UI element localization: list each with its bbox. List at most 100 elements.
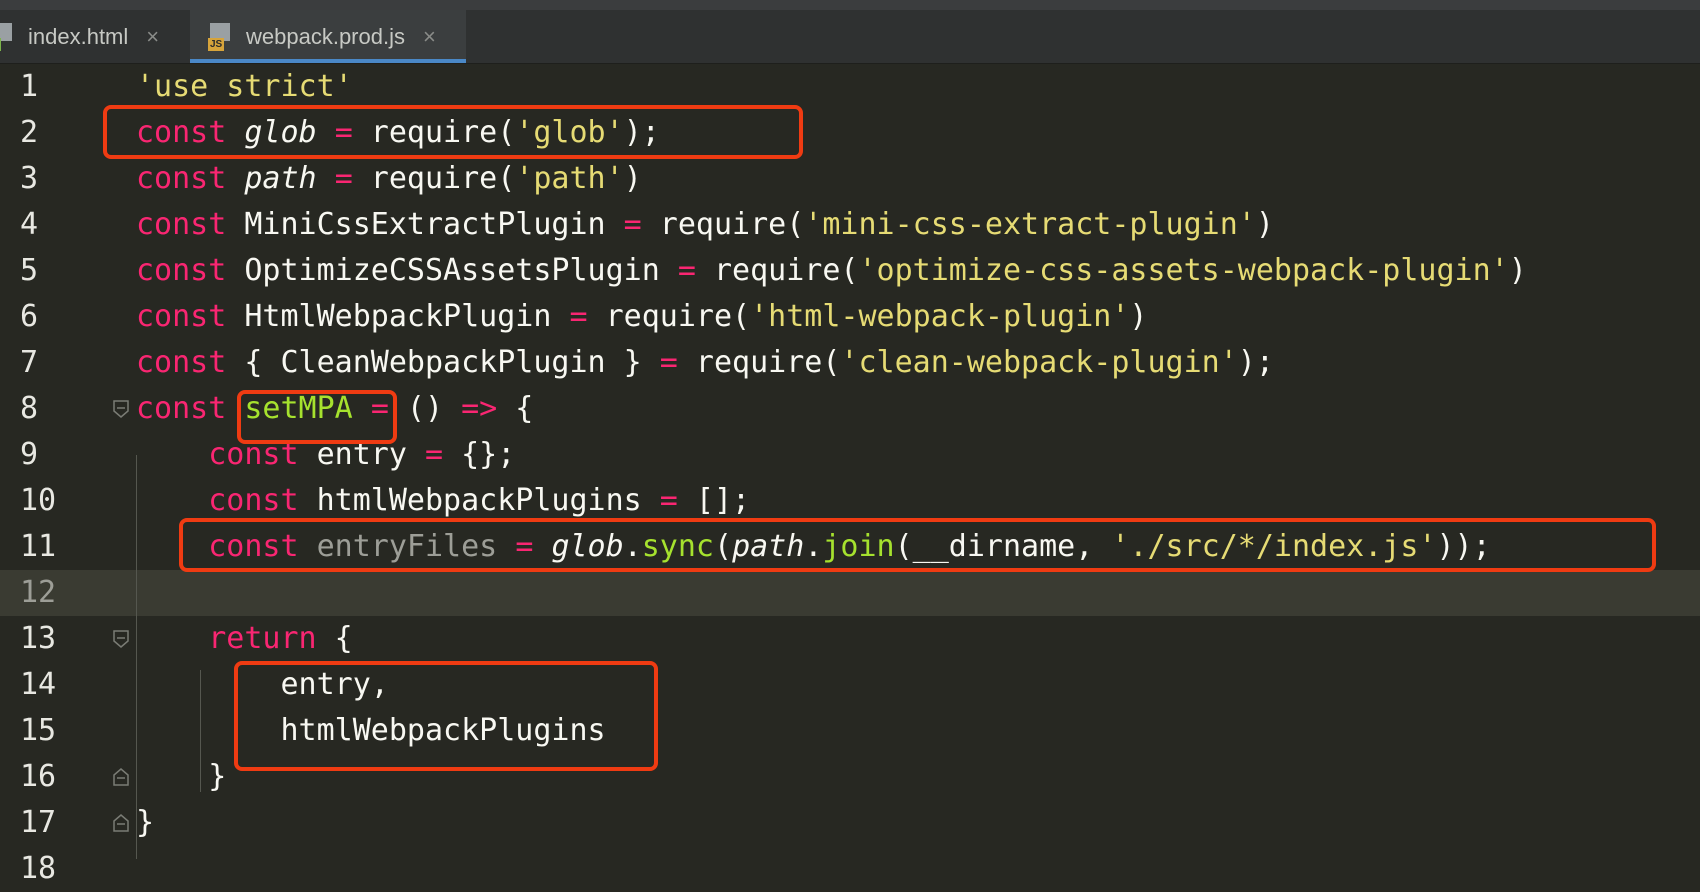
code-line[interactable]: 4 const MiniCssExtractPlugin = require('m…	[0, 202, 1700, 248]
line-number: 11	[20, 529, 57, 564]
code-token: =	[659, 483, 678, 518]
active-tab-indicator	[190, 59, 466, 63]
code-token: const	[136, 161, 227, 196]
code-line[interactable]: 12	[0, 570, 1700, 616]
indent-guide	[200, 670, 201, 792]
code-token: ()	[388, 391, 462, 426]
line-code: 'use strict'	[136, 64, 353, 110]
code-token: }	[136, 805, 155, 840]
code-line[interactable]: 7 const { CleanWebpackPlugin } = require(…	[0, 340, 1700, 386]
tab-index-html[interactable]: H index.html ×	[0, 10, 168, 63]
code-token: =	[659, 345, 678, 380]
code-token: =	[623, 207, 642, 242]
line-number: 18	[20, 851, 57, 886]
line-code: }	[136, 800, 154, 846]
code-line[interactable]: 18	[0, 846, 1700, 892]
code-token: htmlWebpackPlugins	[298, 483, 660, 518]
code-token: {};	[443, 437, 516, 472]
code-line[interactable]: 3 const path = require('path')	[0, 156, 1700, 202]
code-token: HtmlWebpackPlugin	[226, 299, 570, 334]
code-token: )	[623, 161, 642, 196]
code-token: require(	[641, 207, 805, 242]
code-token: 'optimize-css-assets-webpack-plugin'	[858, 253, 1509, 288]
line-code: const OptimizeCSSAssetsPlugin = require(…	[136, 248, 1527, 294]
line-number: 7	[20, 345, 39, 380]
line-number: 9	[20, 437, 39, 472]
line-code: return {	[136, 616, 353, 662]
code-token: =	[569, 299, 588, 334]
code-token: MiniCssExtractPlugin	[226, 207, 624, 242]
code-token: require(	[352, 161, 516, 196]
code-token: 'clean-webpack-plugin'	[840, 345, 1238, 380]
line-number: 10	[20, 483, 57, 518]
line-number: 8	[20, 391, 39, 426]
line-number: 1	[20, 69, 39, 104]
code-line[interactable]: 13 return {	[0, 616, 1700, 662]
code-line[interactable]: 1 'use strict'	[0, 64, 1700, 110]
code-token: {	[316, 621, 353, 656]
code-token: =	[677, 253, 696, 288]
line-number: 14	[20, 667, 57, 702]
highlight-box-entryfiles	[179, 518, 1656, 572]
highlight-box-glob	[103, 105, 803, 159]
code-token: const	[136, 207, 227, 242]
editor-tab-bar: H index.html × JS webpack.prod.js ×	[0, 10, 1700, 64]
code-token: const	[136, 299, 227, 334]
fold-collapse-icon[interactable]	[112, 629, 130, 649]
code-token: const	[208, 483, 299, 518]
code-token: )	[1508, 253, 1527, 288]
code-line[interactable]: 6 const HtmlWebpackPlugin = require('html…	[0, 294, 1700, 340]
line-number: 6	[20, 299, 39, 334]
window-top-strip	[0, 0, 1700, 10]
code-token: )	[1255, 207, 1274, 242]
fold-end-icon[interactable]	[112, 767, 130, 787]
code-line[interactable]: 17}	[0, 800, 1700, 846]
highlight-box-return-values	[234, 661, 658, 771]
code-token: {	[497, 391, 534, 426]
tab-label: index.html	[28, 23, 129, 49]
line-code: const HtmlWebpackPlugin = require('html-…	[136, 294, 1147, 340]
line-code: const path = require('path')	[136, 156, 642, 202]
line-number: 12	[20, 575, 57, 610]
code-token: 'mini-css-extract-plugin'	[804, 207, 1256, 242]
line-number: 2	[20, 115, 39, 150]
code-token: =	[425, 437, 444, 472]
line-number: 17	[20, 805, 57, 840]
tab-webpack-prod-js[interactable]: JS webpack.prod.js ×	[190, 10, 466, 63]
code-token: return	[208, 621, 317, 656]
line-code: const MiniCssExtractPlugin = require('mi…	[136, 202, 1274, 248]
code-token: const	[136, 391, 227, 426]
tab-label: webpack.prod.js	[246, 23, 405, 49]
indent-guide	[136, 455, 137, 859]
code-token: require(	[587, 299, 751, 334]
code-token: OptimizeCSSAssetsPlugin	[226, 253, 678, 288]
close-tab-icon[interactable]: ×	[423, 24, 436, 50]
code-token: require(	[695, 253, 859, 288]
code-token: path	[244, 161, 317, 196]
code-token: =>	[461, 391, 498, 426]
html-file-icon: H	[0, 22, 16, 51]
code-token: [];	[677, 483, 751, 518]
line-number: 3	[20, 161, 39, 196]
line-code: const { CleanWebpackPlugin } = require('…	[136, 340, 1274, 386]
fold-collapse-icon[interactable]	[112, 399, 130, 419]
line-number: 15	[20, 713, 57, 748]
line-number: 13	[20, 621, 57, 656]
code-token: const	[136, 345, 227, 380]
code-token: );	[1237, 345, 1274, 380]
code-line[interactable]: 5 const OptimizeCSSAssetsPlugin = require…	[0, 248, 1700, 294]
fold-end-icon[interactable]	[112, 813, 130, 833]
code-token: 'html-webpack-plugin'	[750, 299, 1130, 334]
code-token: { CleanWebpackPlugin }	[226, 345, 660, 380]
code-token: )	[1129, 299, 1148, 334]
close-tab-icon[interactable]: ×	[146, 24, 159, 50]
code-token: =	[334, 161, 353, 196]
line-number: 5	[20, 253, 39, 288]
code-token: const	[136, 253, 227, 288]
highlight-box-setmpa	[237, 390, 397, 444]
code-editor[interactable]: 1'use strict' 2 const glob = require('glob…	[0, 64, 1700, 886]
